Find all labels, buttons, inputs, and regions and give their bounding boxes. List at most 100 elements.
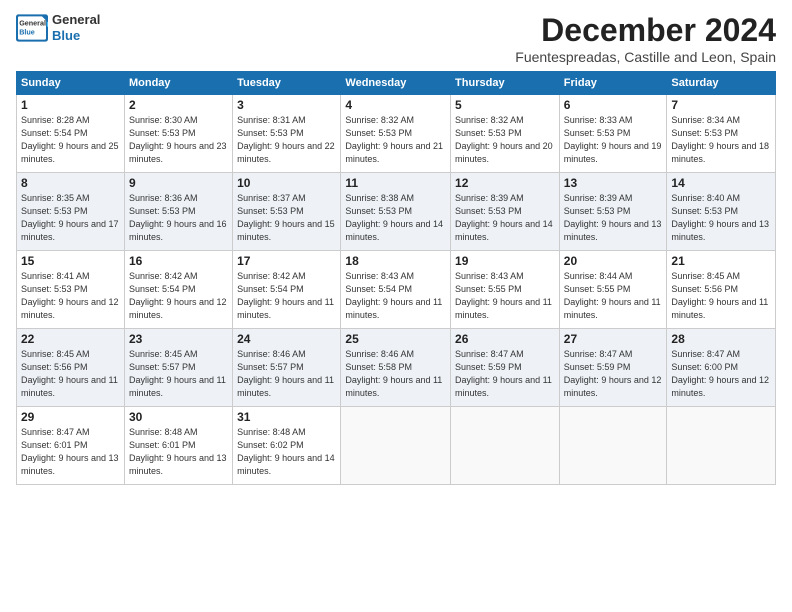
title-section: December 2024 Fuentespreadas, Castille a… — [515, 12, 776, 65]
calendar-cell: 28 Sunrise: 8:47 AMSunset: 6:00 PMDayligh… — [667, 329, 776, 407]
logo-text-blue: Blue — [52, 28, 100, 44]
calendar-cell — [341, 407, 451, 485]
day-number: 27 — [564, 332, 663, 346]
day-info: Sunrise: 8:35 AMSunset: 5:53 PMDaylight:… — [21, 192, 120, 244]
day-info: Sunrise: 8:39 AMSunset: 5:53 PMDaylight:… — [455, 192, 555, 244]
day-number: 6 — [564, 98, 663, 112]
day-number: 28 — [671, 332, 771, 346]
day-info: Sunrise: 8:45 AMSunset: 5:57 PMDaylight:… — [129, 348, 228, 400]
calendar-cell: 6 Sunrise: 8:33 AMSunset: 5:53 PMDaylight… — [559, 95, 667, 173]
calendar-body: 1Sunrise: 8:28 AMSunset: 5:54 PMDaylight… — [17, 95, 776, 485]
calendar-cell: 19Sunrise: 8:43 AMSunset: 5:55 PMDayligh… — [451, 251, 560, 329]
day-info: Sunrise: 8:45 AMSunset: 5:56 PMDaylight:… — [21, 348, 120, 400]
header-sunday: Sunday — [17, 72, 125, 95]
day-info: Sunrise: 8:45 AMSunset: 5:56 PMDaylight:… — [671, 270, 771, 322]
day-info: Sunrise: 8:39 AMSunset: 5:53 PMDaylight:… — [564, 192, 663, 244]
day-number: 11 — [345, 176, 446, 190]
day-info: Sunrise: 8:48 AMSunset: 6:02 PMDaylight:… — [237, 426, 336, 478]
logo-text-general: General — [52, 12, 100, 28]
calendar-cell: 21 Sunrise: 8:45 AMSunset: 5:56 PMDayligh… — [667, 251, 776, 329]
calendar-cell: 30 Sunrise: 8:48 AMSunset: 6:01 PMDayligh… — [124, 407, 232, 485]
day-number: 26 — [455, 332, 555, 346]
header-tuesday: Tuesday — [233, 72, 341, 95]
calendar-week-row: 22 Sunrise: 8:45 AMSunset: 5:56 PMDayligh… — [17, 329, 776, 407]
day-info: Sunrise: 8:40 AMSunset: 5:53 PMDaylight:… — [671, 192, 771, 244]
day-number: 30 — [129, 410, 228, 424]
calendar-week-row: 8 Sunrise: 8:35 AMSunset: 5:53 PMDaylight… — [17, 173, 776, 251]
calendar-cell: 2 Sunrise: 8:30 AMSunset: 5:53 PMDaylight… — [124, 95, 232, 173]
day-info: Sunrise: 8:44 AMSunset: 5:55 PMDaylight:… — [564, 270, 663, 322]
day-number: 13 — [564, 176, 663, 190]
day-info: Sunrise: 8:47 AMSunset: 6:00 PMDaylight:… — [671, 348, 771, 400]
day-number: 2 — [129, 98, 228, 112]
logo: General Blue General Blue — [16, 12, 100, 43]
calendar-cell: 16 Sunrise: 8:42 AMSunset: 5:54 PMDayligh… — [124, 251, 232, 329]
day-info: Sunrise: 8:41 AMSunset: 5:53 PMDaylight:… — [21, 270, 120, 322]
day-number: 25 — [345, 332, 446, 346]
calendar-cell: 27 Sunrise: 8:47 AMSunset: 5:59 PMDayligh… — [559, 329, 667, 407]
day-info: Sunrise: 8:42 AMSunset: 5:54 PMDaylight:… — [129, 270, 228, 322]
page: General Blue General Blue December 2024 … — [0, 0, 792, 612]
calendar-cell: 8 Sunrise: 8:35 AMSunset: 5:53 PMDaylight… — [17, 173, 125, 251]
day-number: 16 — [129, 254, 228, 268]
day-info: Sunrise: 8:46 AMSunset: 5:57 PMDaylight:… — [237, 348, 336, 400]
location-subtitle: Fuentespreadas, Castille and Leon, Spain — [515, 49, 776, 65]
calendar-cell: 20 Sunrise: 8:44 AMSunset: 5:55 PMDayligh… — [559, 251, 667, 329]
calendar-week-row: 15 Sunrise: 8:41 AMSunset: 5:53 PMDayligh… — [17, 251, 776, 329]
day-number: 8 — [21, 176, 120, 190]
day-number: 21 — [671, 254, 771, 268]
day-number: 10 — [237, 176, 336, 190]
day-number: 23 — [129, 332, 228, 346]
calendar-cell: 18Sunrise: 8:43 AMSunset: 5:54 PMDayligh… — [341, 251, 451, 329]
day-number: 31 — [237, 410, 336, 424]
calendar-cell: 1Sunrise: 8:28 AMSunset: 5:54 PMDaylight… — [17, 95, 125, 173]
day-number: 24 — [237, 332, 336, 346]
day-number: 29 — [21, 410, 120, 424]
month-title: December 2024 — [515, 12, 776, 49]
calendar-cell — [559, 407, 667, 485]
calendar-cell: 22 Sunrise: 8:45 AMSunset: 5:56 PMDayligh… — [17, 329, 125, 407]
calendar-cell: 23 Sunrise: 8:45 AMSunset: 5:57 PMDayligh… — [124, 329, 232, 407]
calendar-cell — [667, 407, 776, 485]
day-info: Sunrise: 8:30 AMSunset: 5:53 PMDaylight:… — [129, 114, 228, 166]
calendar-cell: 13 Sunrise: 8:39 AMSunset: 5:53 PMDayligh… — [559, 173, 667, 251]
day-info: Sunrise: 8:48 AMSunset: 6:01 PMDaylight:… — [129, 426, 228, 478]
day-number: 3 — [237, 98, 336, 112]
calendar-cell: 15 Sunrise: 8:41 AMSunset: 5:53 PMDayligh… — [17, 251, 125, 329]
calendar-cell: 29 Sunrise: 8:47 AMSunset: 6:01 PMDayligh… — [17, 407, 125, 485]
day-number: 14 — [671, 176, 771, 190]
day-number: 4 — [345, 98, 446, 112]
day-number: 17 — [237, 254, 336, 268]
calendar-cell: 11Sunrise: 8:38 AMSunset: 5:53 PMDayligh… — [341, 173, 451, 251]
day-number: 15 — [21, 254, 120, 268]
calendar-cell: 7Sunrise: 8:34 AMSunset: 5:53 PMDaylight… — [667, 95, 776, 173]
day-number: 20 — [564, 254, 663, 268]
day-info: Sunrise: 8:33 AMSunset: 5:53 PMDaylight:… — [564, 114, 663, 166]
day-info: Sunrise: 8:37 AMSunset: 5:53 PMDaylight:… — [237, 192, 336, 244]
calendar-cell: 9Sunrise: 8:36 AMSunset: 5:53 PMDaylight… — [124, 173, 232, 251]
header-wednesday: Wednesday — [341, 72, 451, 95]
calendar-cell: 3 Sunrise: 8:31 AMSunset: 5:53 PMDaylight… — [233, 95, 341, 173]
calendar-cell: 12 Sunrise: 8:39 AMSunset: 5:53 PMDayligh… — [451, 173, 560, 251]
day-info: Sunrise: 8:31 AMSunset: 5:53 PMDaylight:… — [237, 114, 336, 166]
header-saturday: Saturday — [667, 72, 776, 95]
header: General Blue General Blue December 2024 … — [16, 12, 776, 65]
calendar-cell: 5 Sunrise: 8:32 AMSunset: 5:53 PMDaylight… — [451, 95, 560, 173]
day-info: Sunrise: 8:36 AMSunset: 5:53 PMDaylight:… — [129, 192, 228, 244]
day-info: Sunrise: 8:34 AMSunset: 5:53 PMDaylight:… — [671, 114, 771, 166]
day-number: 22 — [21, 332, 120, 346]
day-number: 1 — [21, 98, 120, 112]
day-info: Sunrise: 8:47 AMSunset: 5:59 PMDaylight:… — [564, 348, 663, 400]
day-number: 5 — [455, 98, 555, 112]
day-info: Sunrise: 8:47 AMSunset: 6:01 PMDaylight:… — [21, 426, 120, 478]
day-number: 12 — [455, 176, 555, 190]
calendar-table: Sunday Monday Tuesday Wednesday Thursday… — [16, 71, 776, 485]
day-info: Sunrise: 8:32 AMSunset: 5:53 PMDaylight:… — [455, 114, 555, 166]
header-monday: Monday — [124, 72, 232, 95]
calendar-cell: 17Sunrise: 8:42 AMSunset: 5:54 PMDayligh… — [233, 251, 341, 329]
day-number: 18 — [345, 254, 446, 268]
logo-icon: General Blue — [16, 14, 48, 42]
day-info: Sunrise: 8:46 AMSunset: 5:58 PMDaylight:… — [345, 348, 446, 400]
header-thursday: Thursday — [451, 72, 560, 95]
calendar-cell: 14 Sunrise: 8:40 AMSunset: 5:53 PMDayligh… — [667, 173, 776, 251]
